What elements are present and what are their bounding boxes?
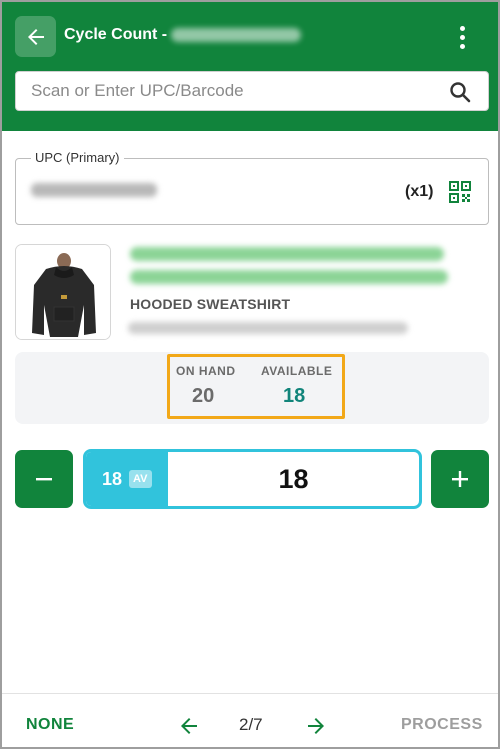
redacted-product-name-line-1 — [130, 247, 444, 261]
available-chip-value: 18 — [102, 468, 123, 489]
app-header: Cycle Count - — [2, 2, 498, 131]
redacted-count-name — [171, 27, 302, 42]
arrow-right-icon[interactable] — [304, 714, 328, 738]
footer-bar: NONE 2/7 PROCESS — [2, 693, 498, 747]
on-hand-value: 20 — [192, 385, 215, 407]
search-bar — [15, 71, 489, 111]
available-chip[interactable]: 18 AV — [86, 452, 168, 506]
upc-label: UPC (Primary) — [31, 150, 124, 165]
more-vert-icon — [459, 25, 465, 49]
plus-icon — [452, 471, 468, 487]
page-title: Cycle Count - — [64, 26, 302, 44]
minus-icon — [36, 478, 52, 481]
redacted-upc-value — [31, 183, 157, 197]
none-button[interactable]: NONE — [26, 716, 74, 734]
search-input[interactable] — [31, 81, 431, 101]
page-indicator: 2/7 — [239, 715, 263, 734]
increment-button[interactable] — [431, 450, 489, 508]
qr-code-icon[interactable] — [449, 181, 471, 203]
redacted-product-meta — [128, 322, 408, 334]
upc-field[interactable]: UPC (Primary) (x1) — [15, 150, 489, 225]
available-label: AVAILABLE — [261, 364, 333, 378]
arrow-left-icon[interactable] — [177, 714, 201, 738]
product-subtitle: HOODED SWEATSHIRT — [130, 296, 291, 312]
quantity-input[interactable]: 18 — [168, 452, 419, 506]
available-chip-badge: AV — [129, 470, 152, 488]
process-button[interactable]: PROCESS — [401, 716, 483, 734]
more-menu-button[interactable] — [450, 22, 474, 52]
search-icon[interactable] — [448, 80, 472, 104]
quantity-field[interactable]: 18 AV 18 — [83, 449, 422, 509]
available-value: 18 — [283, 385, 306, 407]
upc-multiplier: (x1) — [405, 183, 434, 200]
jacket-image-icon — [16, 245, 110, 339]
redacted-product-name-line-2 — [130, 270, 448, 284]
product-image — [15, 244, 111, 340]
on-hand-label: ON HAND — [176, 364, 236, 378]
page-title-text: Cycle Count - — [64, 26, 168, 43]
back-arrow-icon — [27, 28, 44, 45]
decrement-button[interactable] — [15, 450, 73, 508]
app-frame: Cycle Count - UPC (Primary) (x1) — [0, 0, 500, 749]
back-button[interactable] — [15, 16, 56, 57]
